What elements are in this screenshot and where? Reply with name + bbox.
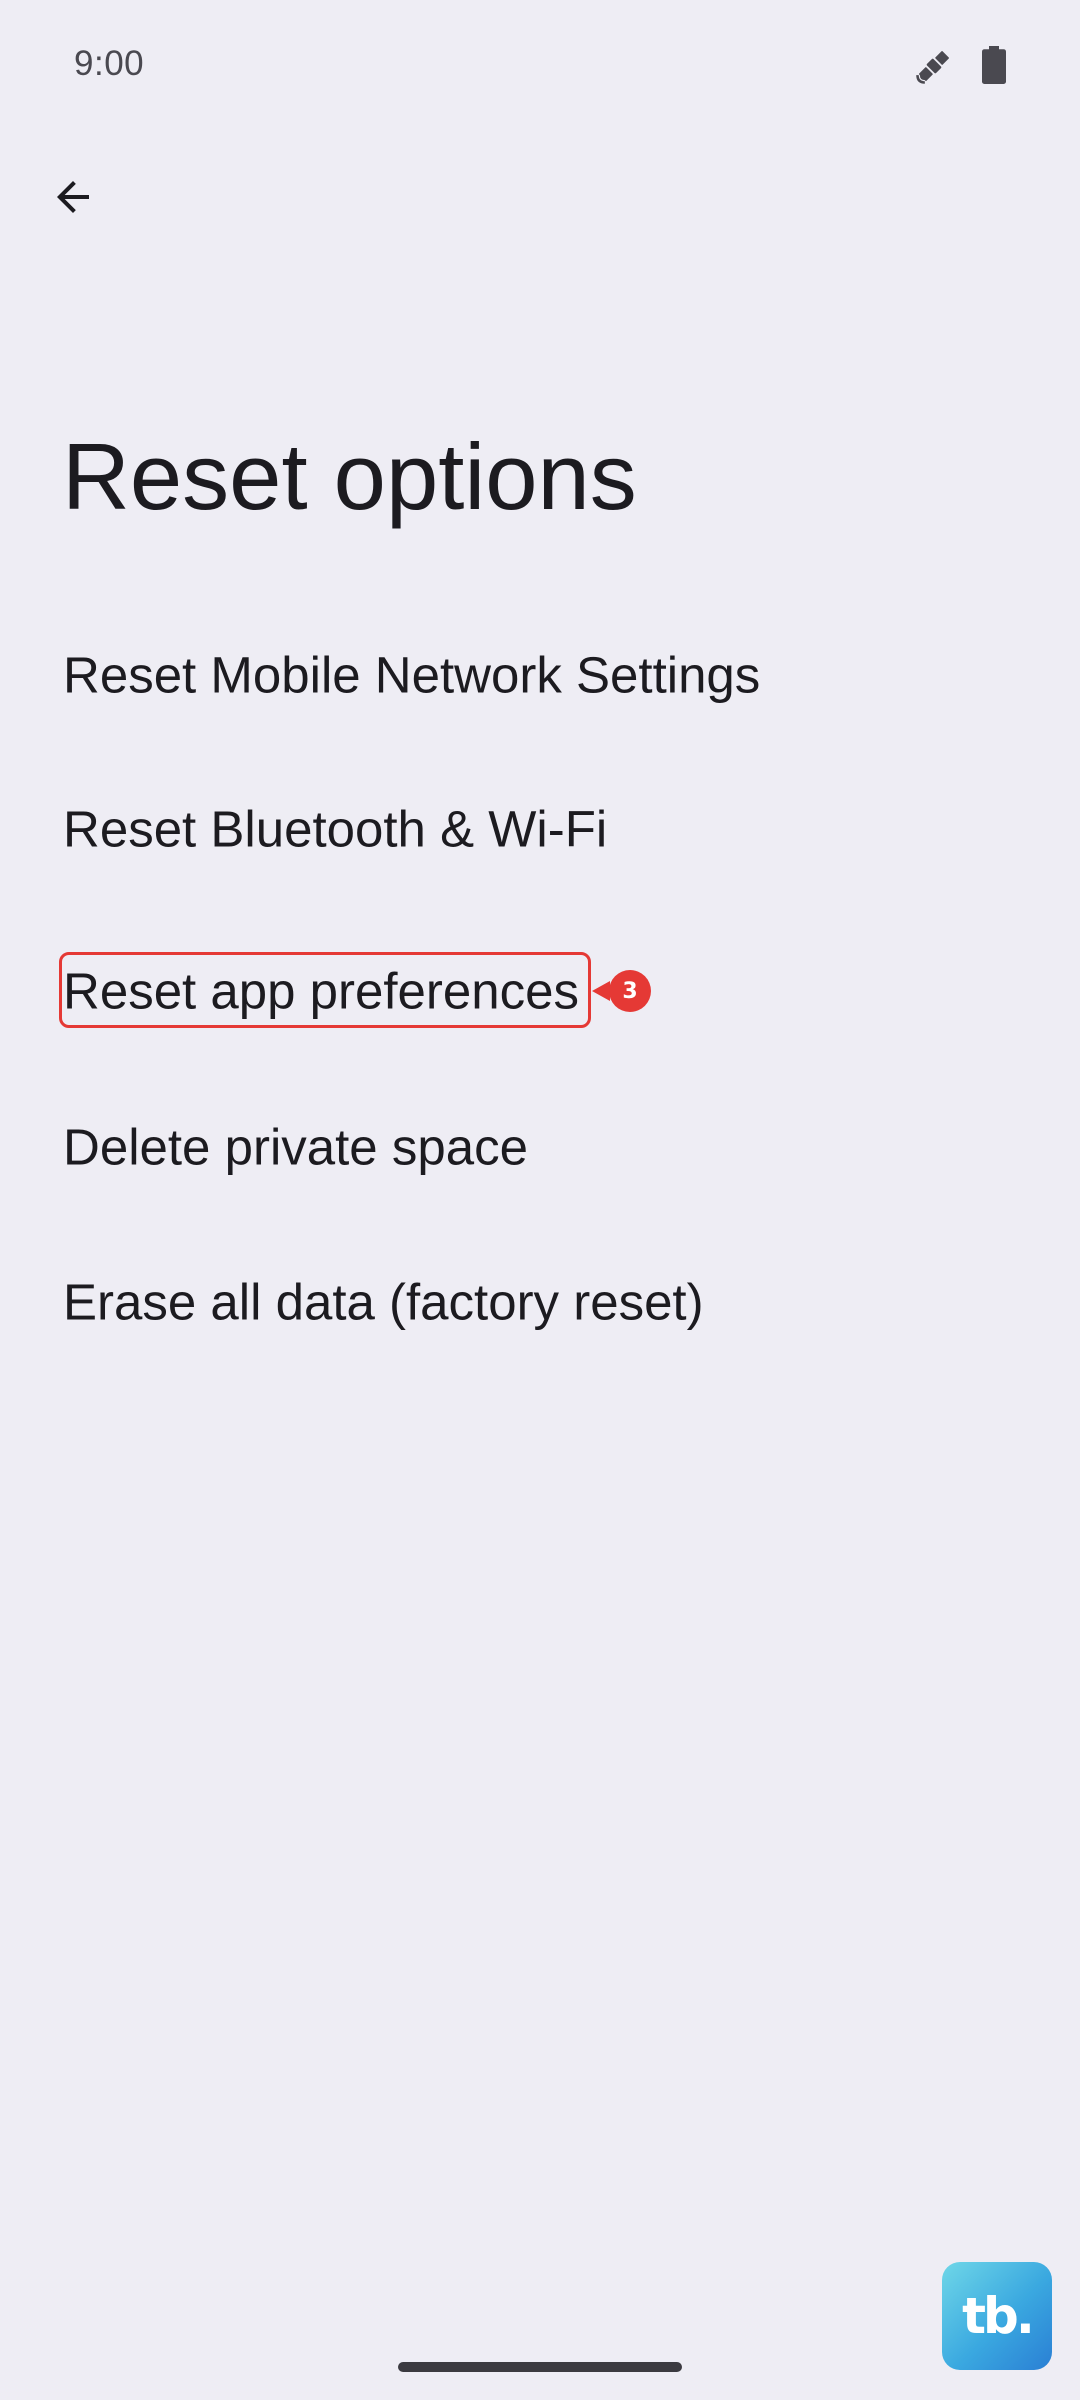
step-badge: 3 — [609, 970, 651, 1012]
highlight-box — [59, 952, 591, 1028]
option-delete-private-space[interactable]: Delete private space — [0, 1072, 1080, 1222]
back-button[interactable] — [36, 160, 110, 234]
reset-options-screen: 9:00 Reset options Reset Mobile Network … — [0, 0, 1080, 2400]
badge-pointer — [592, 981, 610, 1001]
option-label: Reset Bluetooth & Wi-Fi — [63, 800, 608, 858]
option-label: Delete private space — [63, 1118, 528, 1176]
option-reset-mobile-network[interactable]: Reset Mobile Network Settings — [0, 600, 1080, 750]
option-reset-bluetooth-wifi[interactable]: Reset Bluetooth & Wi-Fi — [0, 754, 1080, 904]
tb-logo: tb. — [942, 2262, 1052, 2370]
page-title: Reset options — [62, 424, 637, 529]
option-erase-all-data[interactable]: Erase all data (factory reset) — [0, 1227, 1080, 1377]
option-label: Erase all data (factory reset) — [63, 1273, 704, 1331]
option-label: Reset Mobile Network Settings — [63, 646, 761, 704]
battery-icon — [982, 46, 1006, 84]
gesture-nav-handle[interactable] — [398, 2362, 682, 2372]
status-bar: 9:00 — [0, 0, 1080, 130]
status-time: 9:00 — [74, 44, 145, 83]
satellite-icon — [916, 51, 949, 84]
arrow-back-icon — [57, 181, 89, 213]
